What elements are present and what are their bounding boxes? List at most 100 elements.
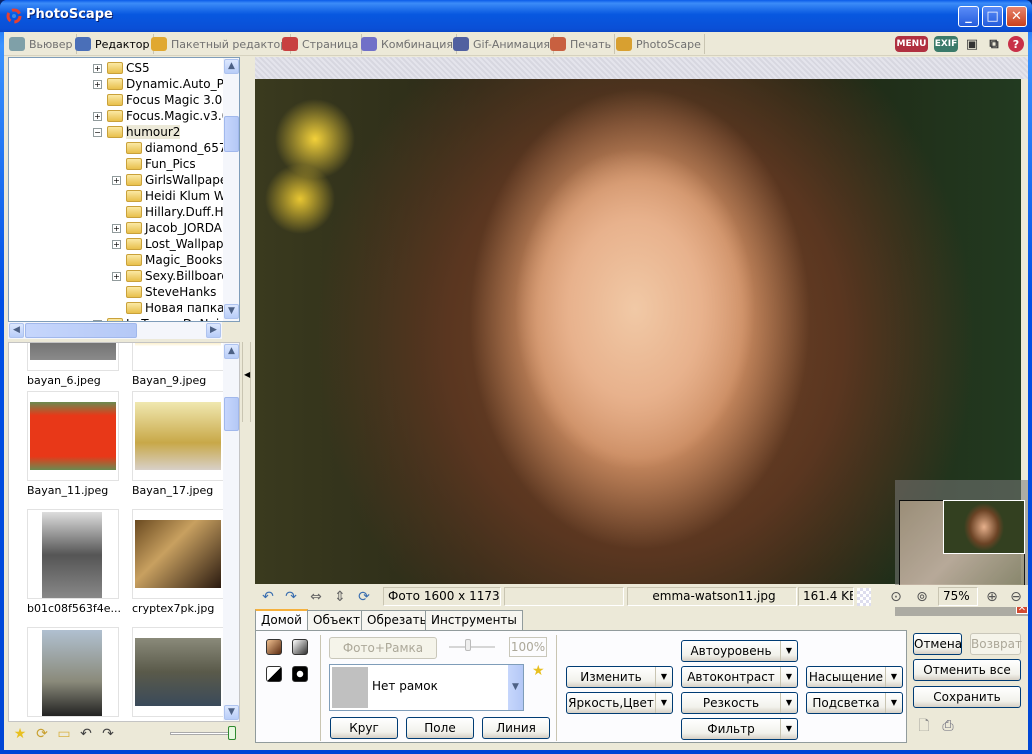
minimize-button[interactable]: _ (958, 6, 979, 27)
zoom-out-icon[interactable]: ⊖ (1007, 588, 1025, 606)
tree-item[interactable]: Focus Magic 3.01 (93, 92, 230, 108)
tab-home[interactable]: Домой (255, 609, 308, 631)
open-folder-icon[interactable]: ▭ (56, 726, 72, 742)
tab-combine[interactable]: Комбинация (358, 34, 457, 54)
tree-item[interactable]: + Dynamic.Auto_Pa (93, 76, 231, 92)
scroll-down-button[interactable]: ▼ (224, 705, 239, 720)
tree-item[interactable]: + CS5 (93, 60, 150, 76)
change-button[interactable]: Изменить ▼ (566, 666, 673, 688)
tree-item[interactable]: SteveHanks (112, 284, 216, 300)
collapse-icon[interactable]: − (93, 127, 102, 137)
scroll-right-button[interactable]: ▶ (206, 323, 221, 338)
saturation-button[interactable]: Насыщение ▼ (806, 666, 903, 688)
chevron-down-icon[interactable]: ▼ (508, 665, 523, 710)
flip-vertical-icon[interactable]: ⇕ (331, 588, 349, 606)
expand-icon[interactable]: + (112, 271, 121, 281)
autocontrast-button[interactable]: Автоконтраст ▼ (681, 666, 798, 688)
tree-item[interactable]: + Lost_Wallpape (112, 236, 231, 252)
thumbnail-item[interactable] (132, 391, 224, 481)
maximize-button[interactable]: □ (982, 6, 1003, 27)
forward-arrow-icon[interactable]: ↷ (100, 726, 116, 742)
new-document-icon[interactable]: 🗋 (915, 717, 933, 735)
transparency-grid-icon[interactable] (857, 588, 871, 606)
scroll-up-button[interactable]: ▲ (224, 59, 239, 74)
slideshow-icon[interactable]: ▣ (964, 36, 980, 52)
tab-editor[interactable]: Редактор (72, 34, 154, 54)
help-icon[interactable]: ? (1008, 36, 1024, 52)
margin-button[interactable]: Поле (406, 717, 474, 739)
change-dropdown-icon[interactable]: ▼ (655, 667, 672, 687)
tree-item[interactable]: Magic_Books (112, 252, 222, 268)
expand-icon[interactable]: + (112, 239, 121, 249)
tree-item[interactable]: + Focus.Magic.v3.0 (93, 108, 229, 124)
thumbnail-size-slider-knob[interactable] (228, 726, 236, 740)
frame-opacity-value[interactable]: 100% (509, 637, 547, 657)
tab-object[interactable]: Объект (307, 610, 366, 630)
autolevel-button[interactable]: Автоуровень ▼ (681, 640, 798, 662)
tree-horizontal-scrollbar[interactable]: ◀ ▶ (8, 322, 222, 339)
filter-dropdown-icon[interactable]: ▼ (780, 719, 797, 739)
backlight-button[interactable]: Подсветка ▼ (806, 692, 903, 714)
brightness-color-dropdown-icon[interactable]: ▼ (655, 693, 672, 713)
scroll-up-button[interactable]: ▲ (224, 344, 239, 359)
expand-icon[interactable]: + (93, 79, 102, 89)
negative-swatch-icon[interactable] (292, 666, 308, 682)
expand-icon[interactable]: + (112, 223, 121, 233)
refresh-icon[interactable]: ⟳ (34, 726, 50, 742)
frame-select[interactable]: Нет рамок ▼ (329, 664, 524, 711)
collapse-arrow-icon[interactable]: ◀ (244, 370, 250, 379)
grayscale-swatch-icon[interactable] (292, 639, 308, 655)
back-arrow-icon[interactable]: ↶ (78, 726, 94, 742)
expand-icon[interactable]: + (93, 63, 102, 73)
tab-page[interactable]: Страница (279, 34, 363, 54)
thumbnail-item[interactable] (27, 509, 119, 599)
redo-button[interactable]: Возврат (970, 633, 1022, 655)
actual-size-icon[interactable]: ⊙ (887, 588, 905, 606)
backlight-dropdown-icon[interactable]: ▼ (885, 693, 902, 713)
tree-item[interactable]: + Sexy.Billboard: (112, 268, 233, 284)
scroll-left-button[interactable]: ◀ (9, 323, 24, 338)
undo-button[interactable]: Отмена (913, 633, 962, 655)
rotate-right-icon[interactable]: ↷ (282, 588, 300, 606)
scroll-thumb[interactable] (25, 323, 137, 338)
scroll-thumb[interactable] (224, 397, 239, 431)
thumbnail-item[interactable] (27, 343, 119, 371)
tree-item[interactable]: + GirlsWallpaper (112, 172, 232, 188)
tab-batch-editor[interactable]: Пакетный редактор (148, 34, 292, 54)
print-icon[interactable]: ⎙ (939, 717, 957, 735)
filter-button[interactable]: Фильтр ▼ (681, 718, 798, 740)
scroll-thumb[interactable] (224, 116, 239, 152)
brightness-color-button[interactable]: Яркость,Цвет ▼ (566, 692, 673, 714)
tab-crop[interactable]: Обрезать (361, 610, 433, 630)
navigator-viewport[interactable] (943, 500, 1025, 554)
thumbnail-item[interactable] (132, 343, 224, 371)
tab-print[interactable]: Печать (547, 34, 616, 54)
flip-horizontal-icon[interactable]: ⇔ (307, 588, 325, 606)
frame-opacity-knob[interactable] (465, 639, 471, 651)
expand-icon[interactable]: + (93, 111, 102, 121)
undo-all-button[interactable]: Отменить все (913, 659, 1021, 681)
tree-item[interactable]: diamond_657 (112, 140, 226, 156)
thumbnail-panel[interactable]: bayan_6.jpeg Bayan_9.jpeg Bayan_11.jpeg Bay… (8, 342, 240, 722)
favorite-star-icon[interactable]: ★ (12, 726, 28, 742)
panel-splitter[interactable]: ◀ (242, 342, 251, 422)
tab-tools[interactable]: Инструменты (425, 610, 523, 630)
thumbnail-item[interactable] (132, 509, 224, 599)
exif-button[interactable]: EXIF (934, 36, 958, 52)
copy-icon[interactable]: ⧉ (986, 36, 1002, 52)
thumbs-vertical-scrollbar[interactable]: ▲ ▼ (223, 343, 239, 721)
close-button[interactable]: ✕ (1006, 6, 1027, 27)
expand-icon[interactable]: + (112, 175, 121, 185)
circle-button[interactable]: Круг (330, 717, 398, 739)
photo-frame-button[interactable]: Фото+Рамка (329, 637, 437, 659)
fit-to-window-icon[interactable]: ⊚ (913, 588, 931, 606)
tree-item[interactable]: Fun_Pics (112, 156, 196, 172)
autolevel-dropdown-icon[interactable]: ▼ (780, 641, 797, 661)
sepia-swatch-icon[interactable] (266, 639, 282, 655)
tree-item[interactable]: + Jacob_JORDA (112, 220, 222, 236)
tab-viewer[interactable]: Вьювер (6, 34, 77, 54)
scroll-down-button[interactable]: ▼ (224, 304, 239, 319)
sharpen-button[interactable]: Резкость ▼ (681, 692, 798, 714)
tree-item[interactable]: Hillary.Duff.HQ (112, 204, 233, 220)
rotate-arbitrary-icon[interactable]: ⟳ (355, 588, 373, 606)
